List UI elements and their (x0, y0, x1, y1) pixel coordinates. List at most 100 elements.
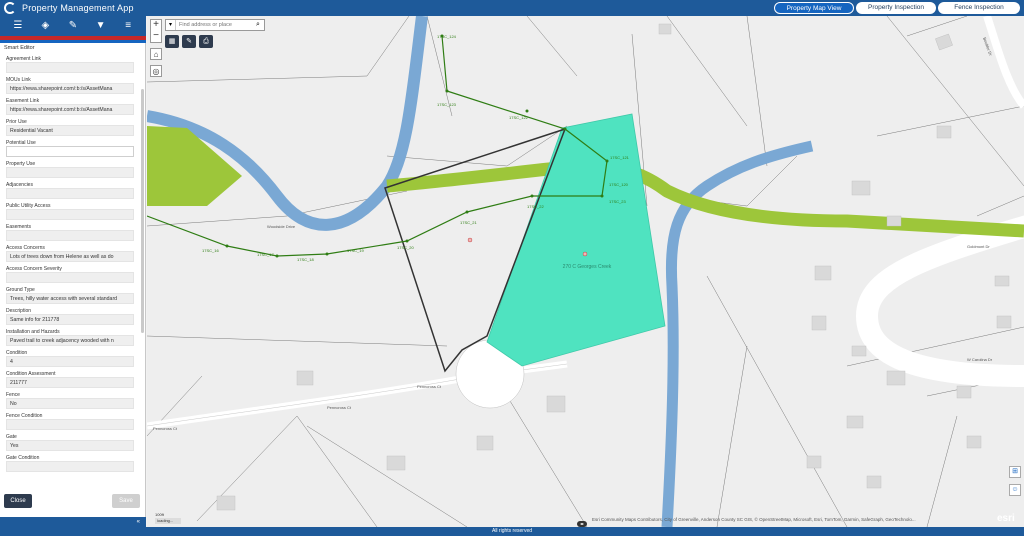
form-field: Condition Assessment 211777 (6, 368, 134, 388)
search-input[interactable] (176, 20, 252, 30)
filter-icon[interactable]: ▼ (94, 19, 108, 33)
tab-property-map-view[interactable]: Property Map View (774, 2, 854, 14)
print-icon[interactable]: ⎙ (199, 35, 213, 48)
field-input[interactable]: Lots of trees down from Helene as well a… (6, 251, 134, 262)
edit-icon[interactable]: ✎ (182, 35, 196, 48)
field-label: Prior Use (6, 119, 27, 125)
zoom-out-button[interactable]: − (151, 31, 161, 42)
sewer-label: 17SC_17 (257, 252, 274, 257)
form-field: Prior Use Residential Vacant (6, 116, 134, 136)
form-field: Access Concerns Lots of trees down from H… (6, 242, 134, 262)
parcel-point (467, 237, 473, 243)
measure-icon[interactable]: ✎ (66, 19, 80, 33)
list-icon[interactable]: ☰ (11, 19, 25, 33)
search-icon[interactable]: ⌕ (252, 20, 264, 30)
map-tools: ▦ ✎ ⎙ (165, 35, 213, 48)
parcel-label: 270 C Georges Creek (563, 264, 612, 270)
form-field: Access Concern Severity (6, 263, 134, 283)
parcel-point (582, 251, 588, 257)
field-label: Agreement Link (6, 56, 42, 62)
esri-logo: esri (997, 513, 1015, 524)
field-input[interactable]: https://rewa.sharepoint.com/:b:/s/AssetM… (6, 83, 134, 94)
field-input[interactable]: No (6, 398, 134, 409)
map-canvas[interactable]: 17SC_124 17SC_123 17SC_122 17SC_121 17SC… (147, 16, 1024, 527)
field-label: Easements (6, 224, 32, 230)
field-label: Property Use (6, 161, 36, 167)
form-field: Installation and Hazards Paved trail to c… (6, 326, 134, 346)
sewer-label: 17SC_19 (347, 248, 364, 253)
sewer-label: 17SC_120 (609, 182, 629, 187)
field-label: Installation and Hazards (6, 329, 60, 335)
basemap-icon[interactable]: ▦ (165, 35, 179, 48)
field-input[interactable]: https://rewa.sharepoint.com/:b:/s/AssetM… (6, 104, 134, 115)
sewer-label: 17SC_23 (609, 199, 626, 204)
field-label: Potential Use (6, 140, 36, 146)
tab-property-inspection[interactable]: Property Inspection (856, 2, 936, 14)
field-label: MOUs Link (6, 77, 31, 83)
search-bar: ▾ ⌕ (165, 19, 265, 31)
selected-parcel (486, 113, 666, 367)
tab-fence-inspection[interactable]: Fence Inspection (938, 2, 1020, 14)
map-view[interactable]: 17SC_124 17SC_123 17SC_122 17SC_121 17SC… (147, 16, 1024, 527)
road-label: W Carolina Dr (967, 357, 993, 362)
save-button[interactable]: Save (112, 494, 140, 508)
sewer-label: 17SC_18 (297, 257, 314, 262)
menu-icon[interactable]: ≡ (121, 19, 135, 33)
form-field: Agreement Link (6, 53, 134, 73)
form-field: Gate Yes (6, 431, 134, 451)
field-label: Description (6, 308, 32, 314)
road-label: Penncross Ct (153, 426, 178, 431)
field-input[interactable]: Trees, hilly water access with several s… (6, 293, 134, 304)
close-button[interactable]: Close (4, 494, 32, 508)
attribute-form: Agreement Link MOUs Link https://rewa.shar… (0, 53, 140, 486)
field-label: Access Concern Severity (6, 266, 62, 272)
field-label: Condition (6, 350, 28, 356)
road-label: Penncross Ct (417, 384, 442, 389)
road-label: Goldmont Dr (967, 244, 990, 249)
form-scrollbar[interactable] (141, 89, 144, 333)
sewer-label: 17SC_121 (610, 155, 630, 160)
layers-icon[interactable]: ◈ (38, 19, 52, 33)
form-field: Easements (6, 221, 134, 241)
sewer-label: 17SC_22 (527, 204, 544, 209)
panel-buttons: Close Save (0, 492, 146, 510)
form-field: Condition 4 (6, 347, 134, 367)
panel-title: Smart Editor (4, 45, 35, 51)
field-input[interactable]: Residential Vacant (6, 125, 134, 136)
form-field: Public Utility Access (6, 200, 134, 220)
app-title: Property Management App (22, 3, 134, 13)
smart-editor-panel: Smart Editor Agreement Link MOUs Link http… (0, 43, 146, 517)
road-boulder (983, 16, 1024, 109)
locate-icon[interactable]: ◎ (150, 65, 162, 77)
form-field: Fence No (6, 389, 134, 409)
sewer-label: 17SC_122 (509, 115, 529, 120)
field-label: Public Utility Access (6, 203, 51, 209)
accessibility-icon[interactable]: ☺ (1009, 484, 1021, 496)
view-tabs: Property Map View Property Inspection Fe… (774, 2, 1020, 14)
field-input[interactable]: Same info for 211778 (6, 314, 134, 325)
search-source-dropdown[interactable]: ▾ (166, 20, 176, 30)
field-input[interactable]: 211777 (6, 377, 134, 388)
road-label: Woodside Drive (267, 224, 296, 229)
field-input[interactable]: Paved trail to creek adjacency wooded wi… (6, 335, 134, 346)
road-label: Penncross Ct (327, 405, 352, 410)
grid-icon[interactable]: ⊞ (1009, 466, 1021, 478)
field-label: Fence (6, 392, 20, 398)
form-field: Gate Condition (6, 452, 134, 472)
collapse-panel-button[interactable]: « (0, 517, 146, 527)
form-field: Potential Use (6, 137, 134, 157)
map-attribution: Esri Community Maps Contributors, City o… (592, 517, 916, 522)
field-input[interactable]: Yes (6, 440, 134, 451)
loading-indicator: loading... (155, 518, 181, 524)
field-label: Fence Condition (6, 413, 43, 419)
sewer-label: 17SC_16 (202, 248, 219, 253)
home-icon[interactable]: ⌂ (150, 48, 162, 60)
form-field: Easement Link https://rewa.sharepoint.com… (6, 95, 134, 115)
app-header: Property Management App Property Map Vie… (0, 0, 1024, 16)
greenway-area (147, 126, 242, 206)
form-field: Fence Condition (6, 410, 134, 430)
scale-bar: 100ft (155, 512, 164, 517)
form-field: MOUs Link https://rewa.sharepoint.com/:b:… (6, 74, 134, 94)
form-field: Ground Type Trees, hilly water access wit… (6, 284, 134, 304)
zoom-control: + − (150, 19, 162, 43)
